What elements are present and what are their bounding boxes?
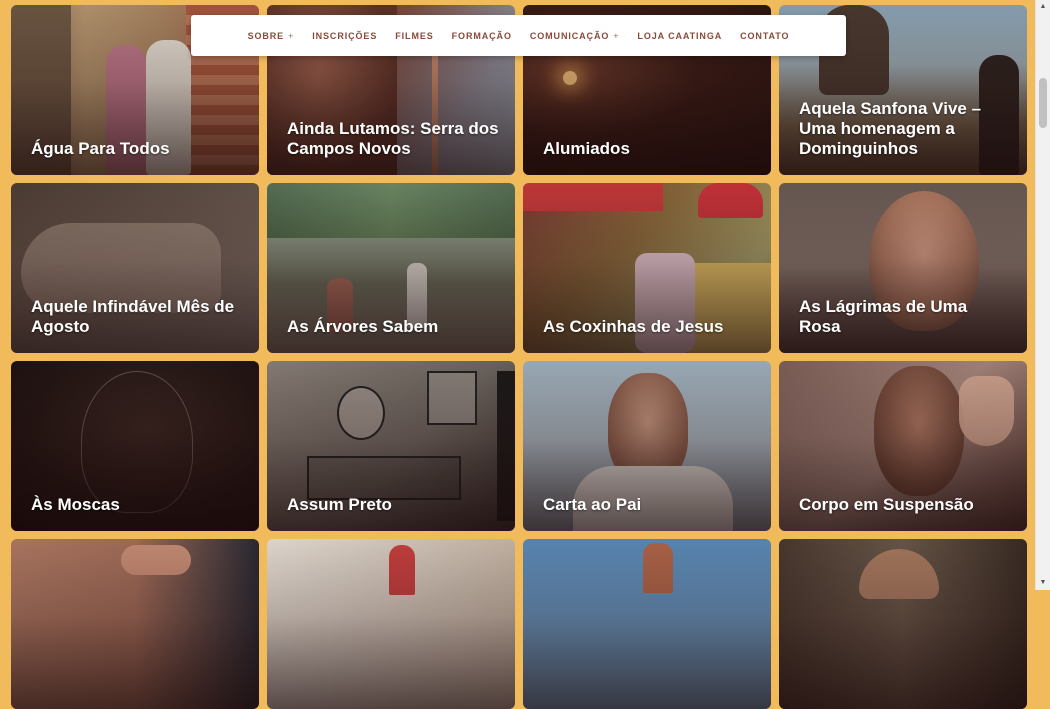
film-card[interactable]: Assum Preto bbox=[267, 361, 515, 531]
nav-item-comunicacao[interactable]: COMUNICAÇÃO + bbox=[530, 31, 620, 41]
triangle-down-icon[interactable]: ▼ bbox=[1036, 576, 1050, 590]
film-card[interactable]: Aquele Infindável Mês de Agosto bbox=[11, 183, 259, 353]
film-card[interactable]: Carta ao Pai bbox=[523, 361, 771, 531]
film-card[interactable] bbox=[11, 539, 259, 709]
nav-item-inscricoes[interactable]: INSCRIÇÕES bbox=[312, 31, 377, 41]
film-card[interactable]: As Coxinhas de Jesus bbox=[523, 183, 771, 353]
plus-icon: + bbox=[613, 30, 620, 41]
film-title: As Lágrimas de Uma Rosa bbox=[799, 297, 968, 336]
triangle-up-icon[interactable]: ▲ bbox=[1036, 0, 1050, 14]
main-nav: SOBRE + INSCRIÇÕES FILMES FORMAÇÃO COMUNI… bbox=[191, 15, 846, 56]
film-title: As Coxinhas de Jesus bbox=[543, 317, 724, 336]
film-title: As Árvores Sabem bbox=[287, 317, 439, 336]
film-grid: Água Para Todos Ainda Lutamos: Serra dos… bbox=[11, 5, 1027, 709]
film-card[interactable] bbox=[267, 539, 515, 709]
nav-item-loja-caatinga[interactable]: LOJA CAATINGA bbox=[637, 31, 722, 41]
film-title: Alumiados bbox=[543, 139, 630, 158]
nav-item-label: FORMAÇÃO bbox=[451, 30, 512, 41]
film-card[interactable]: As Árvores Sabem bbox=[267, 183, 515, 353]
nav-item-formacao[interactable]: FORMAÇÃO bbox=[452, 31, 512, 41]
film-card[interactable] bbox=[523, 539, 771, 709]
nav-item-label: CONTATO bbox=[740, 30, 790, 41]
film-card[interactable] bbox=[779, 539, 1027, 709]
nav-item-label: SOBRE bbox=[247, 30, 285, 41]
film-title: Aquele Infindável Mês de Agosto bbox=[31, 297, 235, 336]
film-title: Ainda Lutamos: Serra dos Campos Novos bbox=[287, 119, 499, 158]
nav-item-filmes[interactable]: FILMES bbox=[395, 31, 433, 41]
film-title: Às Moscas bbox=[31, 495, 120, 514]
film-title: Assum Preto bbox=[287, 495, 392, 514]
nav-item-label: COMUNICAÇÃO bbox=[529, 30, 610, 41]
scrollbar-thumb[interactable] bbox=[1039, 78, 1047, 128]
film-card[interactable]: Às Moscas bbox=[11, 361, 259, 531]
vertical-scrollbar[interactable]: ▲ ▼ bbox=[1035, 0, 1050, 590]
film-title: Água Para Todos bbox=[31, 139, 170, 158]
nav-item-label: INSCRIÇÕES bbox=[312, 30, 378, 41]
plus-icon: + bbox=[288, 30, 295, 41]
nav-item-sobre[interactable]: SOBRE + bbox=[248, 31, 295, 41]
nav-item-contato[interactable]: CONTATO bbox=[740, 31, 789, 41]
film-card[interactable]: Corpo em Suspensão bbox=[779, 361, 1027, 531]
film-title: Corpo em Suspensão bbox=[799, 495, 974, 514]
film-title: Carta ao Pai bbox=[543, 495, 642, 514]
film-title: Aquela Sanfona Vive – Uma homenagem a Do… bbox=[799, 99, 982, 158]
nav-item-label: FILMES bbox=[395, 30, 434, 41]
nav-item-label: LOJA CAATINGA bbox=[637, 30, 723, 41]
film-card[interactable]: As Lágrimas de Uma Rosa bbox=[779, 183, 1027, 353]
